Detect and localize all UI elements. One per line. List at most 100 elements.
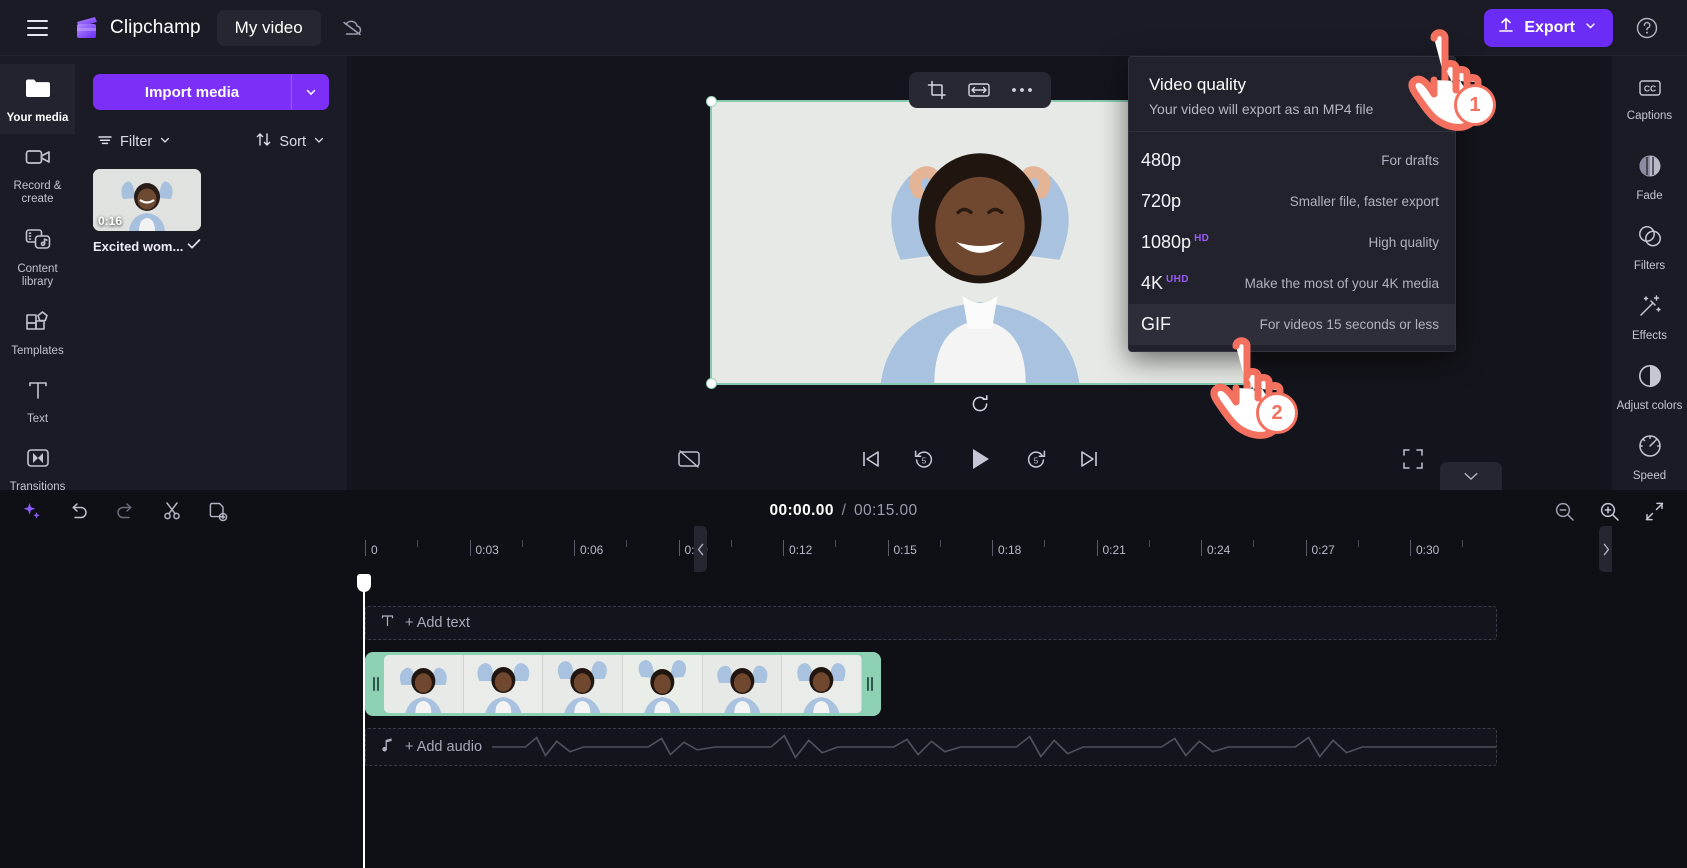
ruler-tick-label: 0:06 xyxy=(580,543,603,557)
ruler-tick-minor xyxy=(835,540,836,547)
crop-icon[interactable] xyxy=(927,80,947,100)
pointer-annotation-1: 1 xyxy=(1398,22,1516,159)
duplicate-icon[interactable] xyxy=(208,501,228,522)
collapse-left-panel-button[interactable] xyxy=(694,526,707,572)
ruler-tick-major xyxy=(992,540,993,556)
ruler-tick-major xyxy=(1201,540,1202,556)
rightrail-item-filters[interactable]: Filters xyxy=(1612,212,1687,282)
speedometer-icon xyxy=(1637,433,1663,464)
captions-off-icon[interactable] xyxy=(677,449,701,469)
filmstrip-frame xyxy=(782,655,862,713)
media-thumbnail[interactable]: 0:16 xyxy=(93,169,201,231)
ruler-tick-minor xyxy=(1462,540,1463,547)
resize-handle-bottom-left[interactable] xyxy=(706,378,717,389)
clip-filmstrip xyxy=(384,655,862,713)
help-circle-icon[interactable] xyxy=(1631,12,1663,44)
play-icon[interactable] xyxy=(966,445,994,473)
rotate-icon[interactable] xyxy=(970,394,990,419)
zoom-in-icon[interactable] xyxy=(1599,501,1620,522)
sparkle-ai-icon[interactable] xyxy=(22,501,42,521)
ruler-tick-label: 0:24 xyxy=(1207,543,1230,557)
forward-5-icon[interactable]: 5 xyxy=(1024,447,1048,471)
filter-icon xyxy=(97,133,113,151)
clip-trim-right[interactable] xyxy=(862,655,878,713)
rightrail-item-captions[interactable]: CC Captions xyxy=(1612,66,1687,132)
collapse-preview-button[interactable] xyxy=(1440,462,1502,490)
fade-icon xyxy=(1637,153,1663,184)
split-scissors-icon[interactable] xyxy=(162,501,182,521)
collapse-right-panel-button[interactable] xyxy=(1599,526,1612,572)
add-audio-track[interactable]: + Add audio xyxy=(365,728,1497,766)
playhead-handle[interactable] xyxy=(357,574,371,592)
filter-sort-row: Filter Sort xyxy=(93,132,329,151)
sidebar-item-content-library[interactable]: Content library xyxy=(0,215,75,298)
brand: Clipchamp xyxy=(74,16,201,40)
filmstrip-frame xyxy=(703,655,783,713)
ruler-tick-major xyxy=(574,540,575,556)
rightrail-item-speed[interactable]: Speed xyxy=(1612,422,1687,492)
quality-option-720p[interactable]: 720pSmaller file, faster export xyxy=(1129,181,1455,222)
rightrail-item-effects[interactable]: Effects xyxy=(1612,282,1687,352)
ruler-tick-major xyxy=(470,540,471,556)
skip-previous-icon[interactable] xyxy=(860,449,882,469)
filter-button[interactable]: Filter xyxy=(97,133,171,151)
player-controls: 5 5 xyxy=(347,428,1612,490)
sort-label: Sort xyxy=(279,134,306,150)
more-horizontal-icon[interactable] xyxy=(1011,86,1033,94)
ruler-tick-major xyxy=(1306,540,1307,556)
quality-option-description: High quality xyxy=(1368,235,1439,250)
sidebar-item-record-create[interactable]: Record & create xyxy=(0,134,75,215)
add-text-track[interactable]: + Add text xyxy=(365,606,1497,640)
skip-next-icon[interactable] xyxy=(1078,449,1100,469)
music-note-icon xyxy=(380,737,395,757)
svg-text:CC: CC xyxy=(1643,84,1655,94)
ruler-tick-minor xyxy=(1358,540,1359,547)
cc-icon: CC xyxy=(1637,77,1663,104)
clipchamp-app: Clipchamp My video Export xyxy=(0,0,1687,868)
import-media-button[interactable]: Import media xyxy=(93,74,291,110)
replay-5-icon[interactable]: 5 xyxy=(912,447,936,471)
undo-icon[interactable] xyxy=(68,501,89,521)
ruler-tick-minor xyxy=(417,540,418,547)
fit-width-icon[interactable] xyxy=(967,81,991,99)
sidebar-item-text[interactable]: Text xyxy=(0,367,75,435)
sidebar-label: Your media xyxy=(7,112,69,125)
add-audio-label: + Add audio xyxy=(405,739,482,755)
rightrail-item-fade[interactable]: Fade xyxy=(1612,142,1687,212)
timeline-ruler[interactable]: 00:030:060:090:120:150:180:210:240:270:3… xyxy=(365,532,1497,562)
hamburger-icon[interactable] xyxy=(20,11,54,45)
dropdown-subtitle: Your video will export as an MP4 file xyxy=(1149,101,1435,117)
import-media-dropdown-button[interactable] xyxy=(291,74,329,110)
rightrail-label: Effects xyxy=(1632,330,1667,343)
sidebar-label: Templates xyxy=(11,345,63,358)
redo-icon[interactable] xyxy=(115,501,136,521)
sort-arrows-icon xyxy=(255,132,272,151)
cloud-off-icon[interactable] xyxy=(335,13,369,43)
timeline-playhead[interactable] xyxy=(363,588,365,868)
sidebar-item-your-media[interactable]: Your media xyxy=(0,64,75,134)
quality-option-4k[interactable]: 4KUHDMake the most of your 4K media xyxy=(1129,263,1455,304)
project-title[interactable]: My video xyxy=(217,10,321,46)
quality-option-label: 720p xyxy=(1141,191,1181,212)
fullscreen-icon[interactable] xyxy=(1402,448,1424,470)
sort-button[interactable]: Sort xyxy=(255,132,325,151)
timeline-canvas[interactable]: 00:030:060:090:120:150:180:210:240:270:3… xyxy=(0,532,1687,868)
chevron-down-icon xyxy=(159,134,171,150)
fit-timeline-icon[interactable] xyxy=(1644,501,1665,522)
transitions-icon xyxy=(24,446,52,475)
rightrail-label: Captions xyxy=(1627,110,1672,123)
rightrail-item-adjust-colors[interactable]: Adjust colors xyxy=(1612,352,1687,422)
quality-option-1080p[interactable]: 1080pHDHigh quality xyxy=(1129,222,1455,263)
ruler-tick-major xyxy=(888,540,889,556)
video-clip[interactable] xyxy=(365,652,881,716)
clip-trim-left[interactable] xyxy=(368,655,384,713)
sidebar-item-templates[interactable]: Templates xyxy=(0,298,75,367)
ruler-tick-minor xyxy=(731,540,732,547)
pointer-annotation-2: 2 xyxy=(1200,330,1318,467)
quality-option-left: 720p xyxy=(1141,191,1181,212)
resize-handle-top-left[interactable] xyxy=(706,96,717,107)
ruler-tick-minor xyxy=(522,540,523,547)
ruler-tick-label: 0:18 xyxy=(998,543,1021,557)
media-item[interactable]: 0:16 Excited wom... xyxy=(93,169,201,255)
zoom-out-icon[interactable] xyxy=(1554,501,1575,522)
